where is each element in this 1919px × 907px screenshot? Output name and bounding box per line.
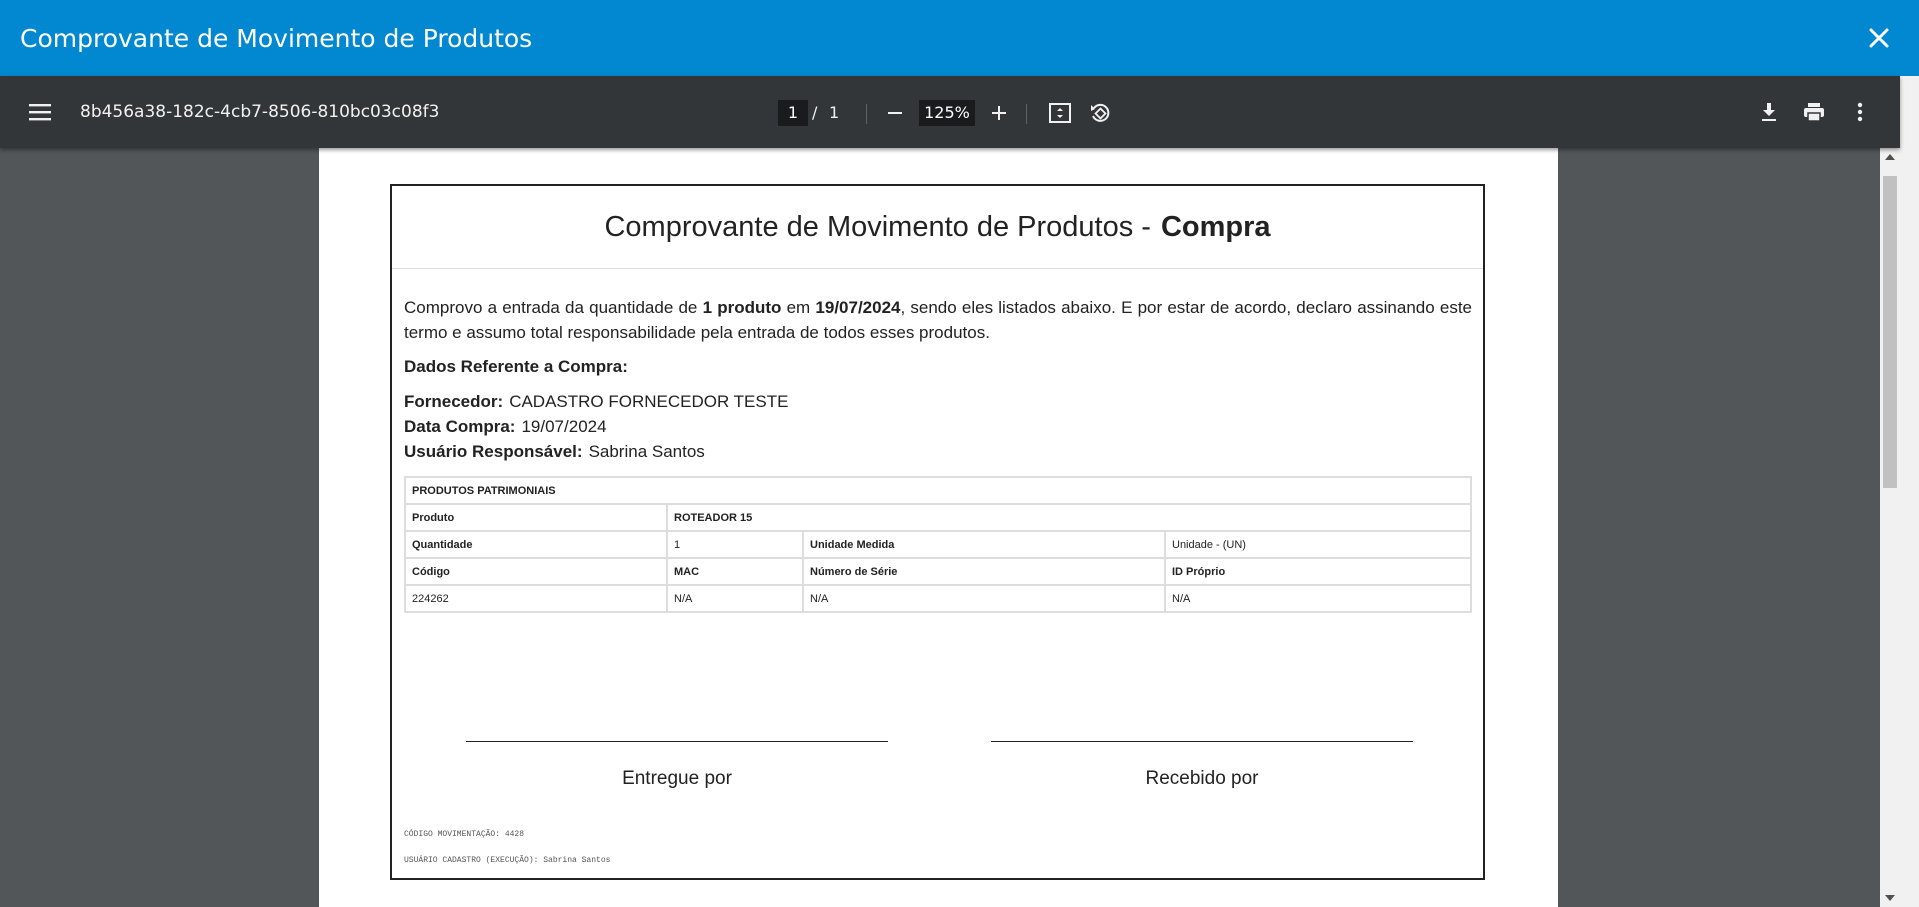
field-label: Fornecedor: — [404, 392, 504, 411]
modal-title: Comprovante de Movimento de Produtos — [20, 23, 533, 53]
table-cell: ID Próprio — [1164, 557, 1472, 586]
fit-page-icon[interactable] — [1046, 99, 1074, 127]
table-row: Produto ROTEADOR 15 — [404, 503, 1472, 532]
table-cell: N/A — [666, 584, 804, 613]
table-cell: Quantidade — [404, 530, 668, 559]
table-header: PRODUTOS PATRIMONIAIS — [404, 476, 1472, 505]
paragraph-text: Comprovo a entrada da quantidade de — [404, 298, 698, 317]
signature-line-right — [991, 741, 1413, 742]
field-value: CADASTRO FORNECEDOR TESTE — [509, 392, 789, 411]
zoom-input[interactable]: 125% — [919, 100, 975, 126]
table-cell: ROTEADOR 15 — [666, 503, 1472, 532]
paragraph-text: em — [786, 298, 811, 317]
pdf-page: Comprovante de Movimento de Produtos - C… — [319, 148, 1558, 907]
table-row: Quantidade 1 Unidade Medida Unidade - (U… — [404, 530, 1472, 559]
field-label: Usuário Responsável: — [404, 442, 583, 461]
menu-icon[interactable] — [26, 98, 54, 126]
signature-line-left — [466, 741, 888, 742]
table-cell: Unidade - (UN) — [1164, 530, 1472, 559]
products-table: PRODUTOS PATRIMONIAIS Produto ROTEADOR 1… — [404, 476, 1472, 613]
fornecedor-field: Fornecedor: CADASTRO FORNECEDOR TESTE — [404, 392, 788, 412]
page-count: 1 — [829, 103, 840, 122]
footer-user: USUÁRIO CADASTRO (EXECUÇÃO): Sabrina San… — [404, 856, 611, 865]
table-cell: 1 — [666, 530, 804, 559]
table-cell: N/A — [802, 584, 1166, 613]
download-icon[interactable] — [1755, 98, 1783, 126]
table-cell: Produto — [404, 503, 668, 532]
scroll-up-icon[interactable] — [1885, 154, 1895, 160]
scroll-down-icon[interactable] — [1885, 895, 1895, 901]
modal-header: Comprovante de Movimento de Produtos — [0, 0, 1919, 76]
document-frame: Comprovante de Movimento de Produtos - C… — [390, 184, 1485, 880]
print-icon[interactable] — [1800, 98, 1828, 126]
field-value: 19/07/2024 — [521, 417, 607, 436]
rotate-icon[interactable] — [1086, 99, 1114, 127]
field-label: Data Compra: — [404, 417, 516, 436]
minus-icon[interactable] — [882, 100, 908, 126]
scrollbar-thumb[interactable] — [1883, 176, 1897, 488]
plus-icon[interactable] — [986, 100, 1012, 126]
table-cell: N/A — [1164, 584, 1472, 613]
window-scrollbar[interactable] — [1900, 76, 1919, 907]
table-cell: Número de Série — [802, 557, 1166, 586]
signature-label-left: Entregue por — [622, 768, 732, 789]
page-number-input[interactable]: 1 — [778, 100, 808, 126]
pdf-toolbar: 8b456a38-182c-4cb7-8506-810bc03c08f3 1 /… — [0, 76, 1900, 148]
document-title-prefix: Comprovante de Movimento de Produtos - — [604, 210, 1151, 243]
file-name: 8b456a38-182c-4cb7-8506-810bc03c08f3 — [80, 102, 440, 122]
declaration-paragraph: Comprovo a entrada da quantidade de 1 pr… — [404, 295, 1472, 345]
field-value: Sabrina Santos — [588, 442, 705, 461]
table-cell: MAC — [666, 557, 804, 586]
footer-movement-code: CÓDIGO MOVIMENTAÇÃO: 4428 — [404, 830, 525, 839]
page-separator: / — [812, 103, 818, 122]
document-title-bold: Compra — [1160, 210, 1271, 243]
usuario-field: Usuário Responsável: Sabrina Santos — [404, 442, 705, 462]
section-heading: Dados Referente a Compra: — [404, 357, 628, 376]
toolbar-divider — [866, 104, 867, 124]
table-row: 224262 N/A N/A N/A — [404, 584, 1472, 613]
pdf-viewer[interactable]: Comprovante de Movimento de Produtos - C… — [0, 148, 1900, 907]
document-title: Comprovante de Movimento de Produtos - C… — [392, 186, 1483, 269]
pdf-scrollbar[interactable] — [1880, 148, 1900, 907]
more-vert-icon[interactable] — [1846, 98, 1874, 126]
table-row: Código MAC Número de Série ID Próprio — [404, 557, 1472, 586]
signature-label-right: Recebido por — [1145, 768, 1259, 789]
table-cell: 224262 — [404, 584, 668, 613]
toolbar-divider — [1026, 104, 1027, 124]
close-icon[interactable] — [1863, 22, 1895, 54]
paragraph-quantity: 1 produto — [702, 298, 782, 317]
table-cell: Código — [404, 557, 668, 586]
paragraph-date: 19/07/2024 — [815, 298, 901, 317]
data-compra-field: Data Compra: 19/07/2024 — [404, 417, 607, 437]
table-row: PRODUTOS PATRIMONIAIS — [404, 476, 1472, 505]
table-cell: Unidade Medida — [802, 530, 1166, 559]
